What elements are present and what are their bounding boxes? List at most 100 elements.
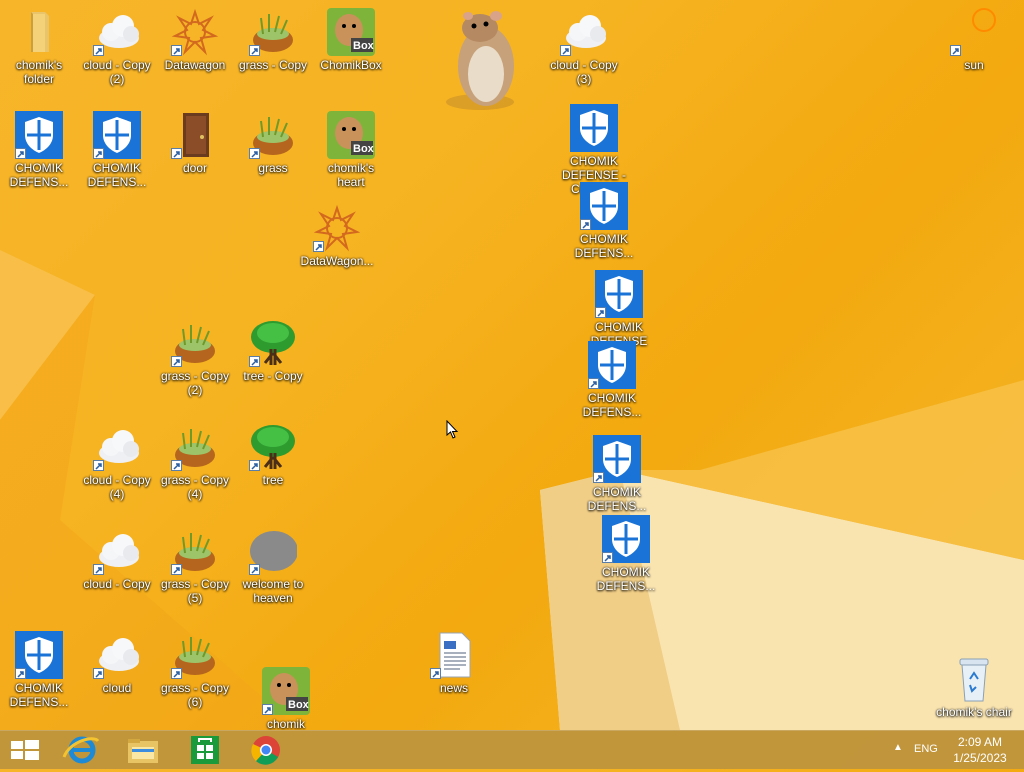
desktop-icon-door[interactable]: door: [157, 107, 233, 197]
shortcut-arrow-icon: [262, 704, 273, 715]
shortcut-arrow-icon: [560, 45, 571, 56]
desktop-icon-grass-copy-4[interactable]: grass - Copy (4): [157, 419, 233, 509]
icon-label: grass - Copy (4): [160, 473, 230, 501]
shortcut-arrow-icon: [171, 356, 182, 367]
shortcut-arrow-icon: [171, 564, 182, 575]
desktop-icon-grass-copy[interactable]: grass - Copy: [235, 4, 311, 94]
shortcut-arrow-icon: [249, 356, 260, 367]
cloud-icon: [93, 423, 141, 471]
icon-label: CHOMIK DEFENS...: [596, 565, 656, 593]
icon-label: tree: [262, 473, 284, 487]
store-button[interactable]: [178, 733, 230, 767]
desktop-icon-chomik-defense-3[interactable]: CHOMIK DEFENS...: [566, 178, 642, 268]
shortcut-arrow-icon: [313, 241, 324, 252]
desktop-icon-news[interactable]: news: [416, 627, 492, 717]
clock[interactable]: 2:09 AM 1/25/2023: [944, 734, 1016, 766]
desktop-icon-cloud-copy[interactable]: cloud - Copy: [79, 523, 155, 613]
grass-icon: [249, 8, 297, 56]
desktop-icon-chomik-defense-copy-4[interactable]: CHOMIK DEFENSE - Copy (4): [556, 100, 632, 196]
desktop-icon-tree[interactable]: tree: [235, 419, 311, 509]
windows-logo-icon: [11, 740, 39, 760]
icon-label: chomik's heart: [327, 161, 375, 189]
show-hidden-icons-button[interactable]: ▲: [893, 742, 903, 753]
shortcut-arrow-icon: [430, 668, 441, 679]
tree-icon: [249, 319, 297, 367]
start-button[interactable]: [0, 733, 52, 767]
shield-icon: [93, 111, 141, 159]
icon-label: sun: [964, 58, 984, 72]
mouse-cursor-icon: [446, 419, 460, 445]
desktop-icon-chomikbox[interactable]: Box ChomikBox: [313, 4, 389, 94]
desktop-icon-chomik-defense-7[interactable]: CHOMIK DEFENS...: [588, 511, 664, 601]
desktop-icon-cloud-copy-2[interactable]: cloud - Copy (2): [79, 4, 155, 94]
desktop-icon-chomik-defense-1[interactable]: CHOMIK DEFENS...: [1, 107, 77, 197]
news-icon: [430, 631, 478, 679]
icon-label: CHOMIK DEFENS...: [87, 161, 147, 189]
ie-icon: [62, 736, 100, 764]
shield-icon: [595, 270, 643, 318]
desktop-icon-recycle-bin[interactable]: chomik's chair: [936, 651, 1012, 730]
desktop-icon-cloud-copy-3[interactable]: cloud - Copy (3): [546, 4, 622, 94]
shortcut-arrow-icon: [171, 148, 182, 159]
desktop-icon-chomik-defense-2[interactable]: CHOMIK DEFENS...: [79, 107, 155, 197]
desktop-icon-chomik[interactable]: Box chomik: [248, 663, 324, 730]
cloud-icon: [560, 8, 608, 56]
icon-label: grass - Copy (6): [160, 681, 230, 709]
icon-label: chomik: [266, 717, 305, 730]
desktop-icon-cloud-copy-4[interactable]: cloud - Copy (4): [79, 419, 155, 509]
shortcut-arrow-icon: [602, 552, 613, 563]
hamster-desktop-pet[interactable]: [440, 6, 530, 112]
blob-icon: [249, 527, 298, 575]
grass-icon: [171, 527, 219, 575]
door-icon: [171, 111, 219, 159]
icon-label: Datawagon: [164, 58, 226, 72]
desktop-icon-grass-copy-2[interactable]: grass - Copy (2): [157, 315, 233, 405]
desktop-icon-cloud[interactable]: cloud: [79, 627, 155, 717]
shield-icon: [15, 111, 63, 159]
shortcut-arrow-icon: [249, 460, 260, 471]
desktop-icon-chomik-defense-5[interactable]: CHOMIK DEFENS...: [574, 337, 650, 427]
icon-label: news: [439, 681, 468, 695]
desktop-icon-grass[interactable]: grass: [235, 107, 311, 197]
svg-text:Box: Box: [288, 699, 310, 711]
shortcut-arrow-icon: [171, 45, 182, 56]
desktop-icon-grass-copy-5[interactable]: grass - Copy (5): [157, 523, 233, 613]
icon-label: CHOMIK DEFENS...: [587, 485, 647, 513]
desktop-icon-sun[interactable]: sun: [936, 4, 1012, 94]
shortcut-arrow-icon: [93, 460, 104, 471]
clock-date: 1/25/2023: [953, 751, 1007, 765]
file-explorer-button[interactable]: [116, 733, 168, 767]
icon-label: door: [182, 161, 208, 175]
chomikbox-icon: Box: [327, 8, 375, 56]
shortcut-arrow-icon: [93, 668, 104, 679]
desktop-icon-tree-copy[interactable]: tree - Copy: [235, 315, 311, 405]
desktop-icon-chomiks-folder[interactable]: chomik's folder: [1, 4, 77, 94]
shield-icon: [593, 435, 641, 483]
desktop-icon-datawagon[interactable]: Datawagon: [157, 4, 233, 94]
internet-explorer-button[interactable]: [56, 733, 108, 767]
desktop-icon-datawagon-2[interactable]: DataWagon...: [299, 200, 375, 290]
datawagon-icon: [171, 8, 219, 56]
shortcut-arrow-icon: [249, 564, 260, 575]
cloud-icon: [93, 527, 141, 575]
desktop-icon-grass-copy-6[interactable]: grass - Copy (6): [157, 627, 233, 717]
desktop-icon-welcome-to-heaven[interactable]: welcome to heaven: [235, 523, 311, 613]
icon-label: grass - Copy (2): [160, 369, 230, 397]
icon-label: grass - Copy: [238, 58, 308, 72]
clock-time: 2:09 AM: [957, 735, 1003, 749]
icon-label: DataWagon...: [300, 254, 374, 268]
icon-label: welcome to heaven: [242, 577, 304, 605]
icon-label: cloud: [102, 681, 132, 695]
desktop-icon-chomik-defense-8[interactable]: CHOMIK DEFENS...: [1, 627, 77, 717]
input-language-indicator[interactable]: ENG: [914, 743, 938, 755]
shield-icon: [15, 631, 63, 679]
desktop-icon-chomiks-heart[interactable]: Box chomik's heart: [313, 107, 389, 197]
recycle-bin-icon: [950, 655, 998, 703]
datawagon-icon: [313, 204, 361, 252]
chrome-button[interactable]: [240, 733, 292, 767]
grass-icon: [171, 631, 219, 679]
shortcut-arrow-icon: [595, 307, 606, 318]
shortcut-arrow-icon: [249, 45, 260, 56]
desktop-icon-chomik-defense-6[interactable]: CHOMIK DEFENS...: [579, 431, 655, 521]
icon-label: chomik's folder: [15, 58, 63, 86]
